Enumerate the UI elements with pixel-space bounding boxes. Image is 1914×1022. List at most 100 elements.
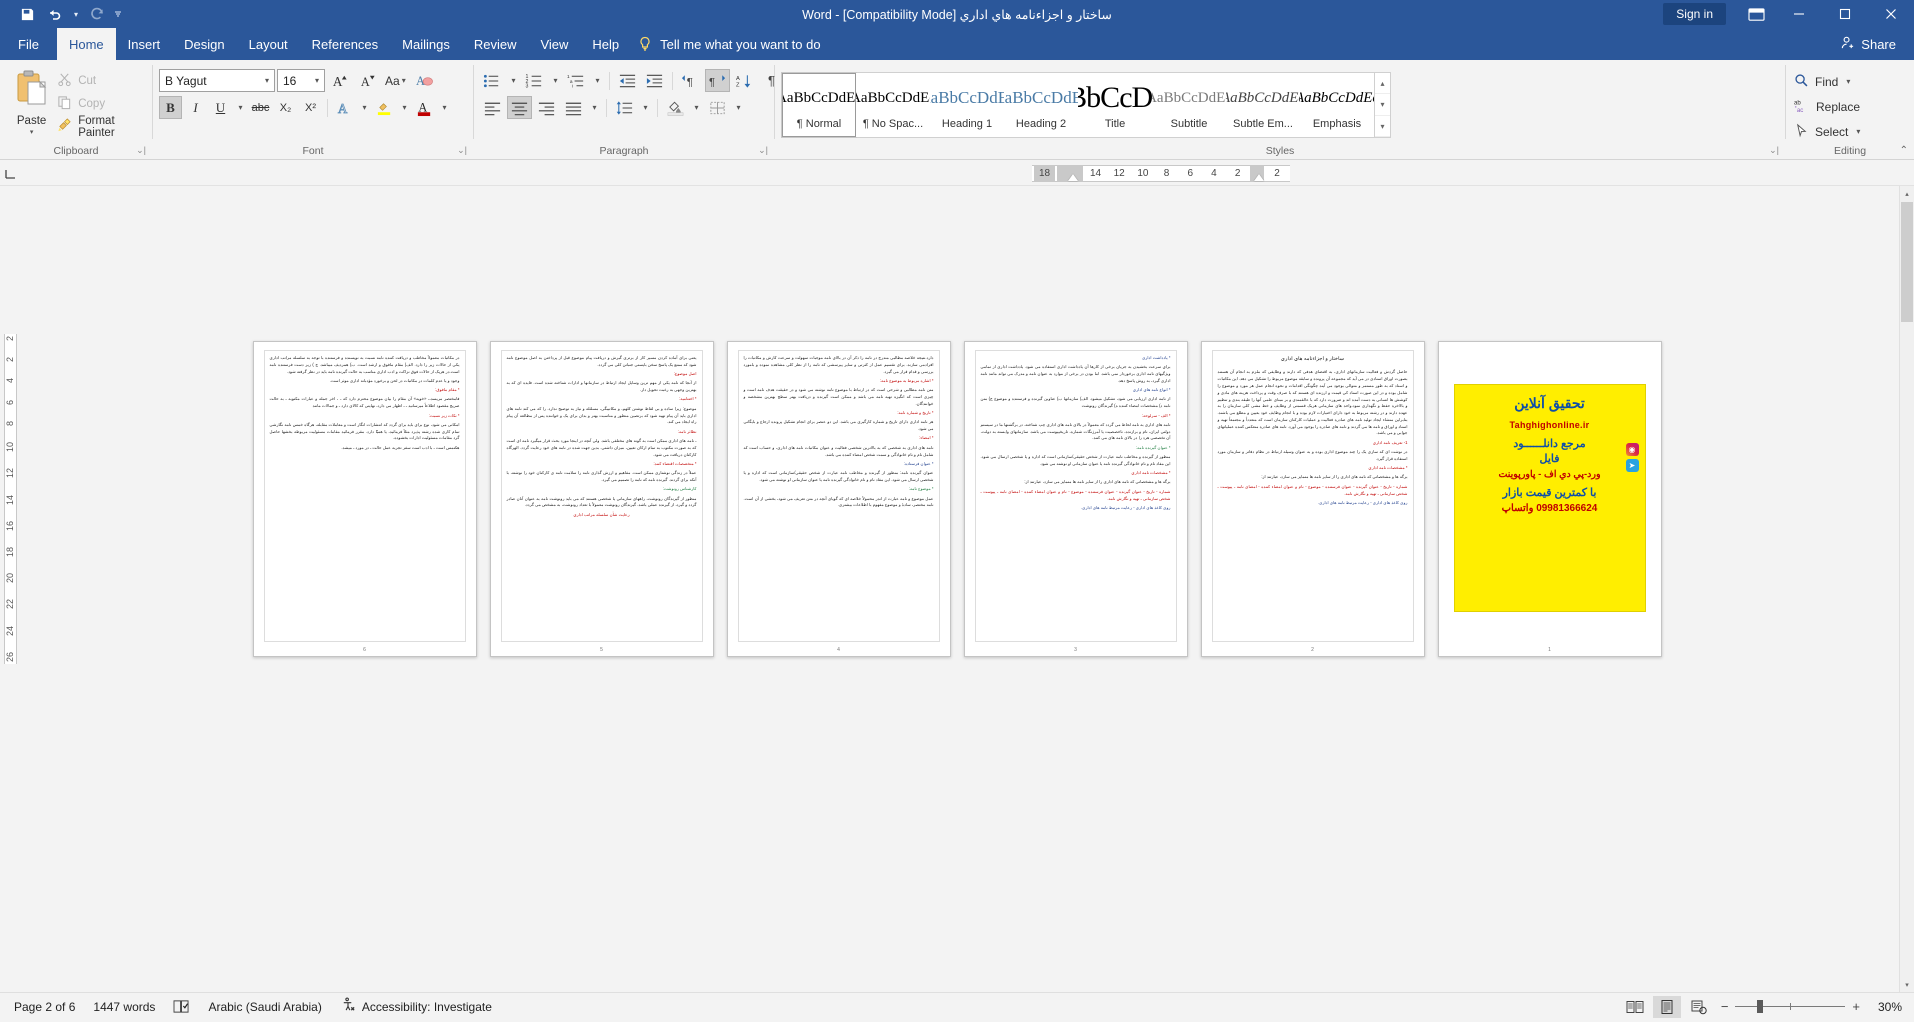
chevron-down-icon[interactable]: ▾ [263, 76, 271, 85]
document-page[interactable]: * یادداشت اداری براي سرعت بخشیدن به جریا… [963, 341, 1188, 657]
font-color-dropdown-icon[interactable]: ▾ [438, 96, 451, 119]
hanging-indent-marker[interactable] [1254, 174, 1264, 181]
scrollbar-thumb[interactable] [1901, 202, 1913, 322]
grow-font-button[interactable]: A [327, 69, 353, 92]
subscript-button[interactable]: X₂ [274, 96, 297, 119]
tab-references[interactable]: References [300, 28, 390, 60]
customize-qat-icon[interactable] [112, 2, 124, 26]
italic-button[interactable]: I [184, 96, 207, 119]
clear-formatting-button[interactable]: A [412, 69, 438, 92]
text-highlight-button[interactable] [373, 96, 396, 119]
tab-review[interactable]: Review [462, 28, 529, 60]
restore-button[interactable] [1822, 0, 1868, 28]
paste-dropdown-icon[interactable]: ▾ [30, 128, 34, 136]
line-spacing-button[interactable] [612, 96, 637, 119]
read-mode-button[interactable] [1621, 996, 1649, 1018]
word-count[interactable]: 1447 words [93, 1000, 155, 1014]
multilevel-list-button[interactable]: 1ai [564, 69, 589, 92]
style-heading-2[interactable]: AaBbCcDdEe Heading 2 [1004, 73, 1078, 137]
align-center-button[interactable] [507, 96, 532, 119]
find-button[interactable]: Find ▾ [1792, 70, 1862, 93]
shading-dropdown-icon[interactable]: ▾ [690, 96, 703, 119]
ribbon-display-options-icon[interactable] [1736, 0, 1776, 28]
chevron-down-icon[interactable]: ▾ [313, 76, 321, 85]
style-title[interactable]: AaBbCcDdEe Title [1078, 73, 1152, 137]
tab-layout[interactable]: Layout [237, 28, 300, 60]
font-dialog-launcher[interactable]: ⌄| [457, 142, 467, 158]
document-page[interactable]: یعنی برای آماده کردن مسیر کار از برتری گ… [489, 341, 714, 657]
paragraph-dialog-launcher[interactable]: ⌄| [758, 142, 768, 158]
text-effects-dropdown-icon[interactable]: ▾ [358, 96, 371, 119]
styles-scroll-up-icon[interactable]: ▴ [1375, 73, 1390, 94]
tell-me-box[interactable]: Tell me what you want to do [631, 28, 821, 60]
document-page[interactable]: دارد.نتیجه خلاصه مطالبی مندرج در نامه را… [726, 341, 951, 657]
style-subtle-emphasis[interactable]: AaBbCcDdEe Subtle Em... [1226, 73, 1300, 137]
decrease-indent-button[interactable] [615, 69, 640, 92]
zoom-level[interactable]: 30% [1868, 1000, 1902, 1014]
undo-icon[interactable] [42, 2, 68, 26]
underline-dropdown-icon[interactable]: ▾ [234, 96, 247, 119]
borders-dropdown-icon[interactable]: ▾ [732, 96, 745, 119]
shrink-font-button[interactable]: A [355, 69, 381, 92]
tab-design[interactable]: Design [172, 28, 236, 60]
vertical-scrollbar[interactable]: ▴ ▾ [1899, 186, 1914, 992]
tab-selector-icon[interactable] [4, 163, 22, 181]
style-subtitle[interactable]: AaBbCcDdEe Subtitle [1152, 73, 1226, 137]
zoom-slider[interactable]: − + [1721, 999, 1860, 1014]
strikethrough-button[interactable]: abc [249, 96, 272, 119]
styles-scroll-down-icon[interactable]: ▾ [1375, 95, 1390, 116]
align-right-button[interactable] [534, 96, 559, 119]
tab-mailings[interactable]: Mailings [390, 28, 462, 60]
style-emphasis[interactable]: AaBbCcDdEe Emphasis [1300, 73, 1374, 137]
accessibility-status[interactable]: Accessibility: Investigate [340, 997, 492, 1016]
justify-button[interactable] [561, 96, 586, 119]
proofing-icon[interactable] [173, 999, 190, 1014]
scroll-down-icon[interactable]: ▾ [1900, 977, 1914, 992]
clipboard-dialog-launcher[interactable]: ⌄| [136, 142, 146, 158]
text-effects-button[interactable]: A [333, 96, 356, 119]
share-button[interactable]: Share [1840, 28, 1914, 60]
select-button[interactable]: Select ▾ [1792, 120, 1862, 143]
first-line-indent-marker[interactable] [1068, 174, 1078, 181]
font-color-button[interactable]: A [413, 96, 436, 119]
align-left-button[interactable] [480, 96, 505, 119]
style-normal[interactable]: AaBbCcDdEe ¶ Normal [781, 72, 857, 138]
document-page[interactable]: در مکاتبات معمولاً مخاطب و دریافت کننده … [252, 341, 477, 657]
copy-button[interactable]: Copy [57, 94, 146, 114]
change-case-button[interactable]: Aa ▾ [383, 69, 410, 92]
tab-view[interactable]: View [528, 28, 580, 60]
numbering-button[interactable]: 123 [522, 69, 547, 92]
styles-gallery-scrollbar[interactable]: ▴ ▾ ▾ [1374, 73, 1390, 137]
bullets-dropdown-icon[interactable]: ▾ [507, 69, 520, 92]
zoom-thumb[interactable] [1757, 1000, 1764, 1013]
page-indicator[interactable]: Page 2 of 6 [14, 1000, 75, 1014]
save-icon[interactable] [14, 2, 40, 26]
bullets-button[interactable] [480, 69, 505, 92]
zoom-out-button[interactable]: − [1721, 999, 1729, 1014]
collapse-ribbon-icon[interactable]: ⌃ [1900, 145, 1908, 156]
superscript-button[interactable]: X² [299, 96, 322, 119]
styles-gallery[interactable]: AaBbCcDdEe ¶ Normal AaBbCcDdEe ¶ No Spac… [781, 72, 1391, 138]
font-name-input[interactable]: B Yagut ▾ [159, 69, 275, 92]
tab-insert[interactable]: Insert [116, 28, 173, 60]
borders-button[interactable] [705, 96, 730, 119]
scroll-up-icon[interactable]: ▴ [1900, 186, 1914, 201]
paste-button[interactable]: Paste ▾ [6, 67, 57, 136]
zoom-track[interactable] [1735, 1000, 1846, 1013]
line-spacing-dropdown-icon[interactable]: ▾ [639, 96, 652, 119]
sort-button[interactable]: AZ [732, 69, 757, 92]
document-canvas[interactable]: 2 2 4 6 8 10 12 14 16 18 20 22 24 26 در … [0, 186, 1914, 992]
chevron-down-icon[interactable]: ▾ [1854, 127, 1862, 136]
cut-button[interactable]: Cut [57, 71, 146, 91]
format-painter-button[interactable]: Format Painter [57, 115, 146, 139]
web-layout-button[interactable] [1685, 996, 1713, 1018]
tab-help[interactable]: Help [580, 28, 631, 60]
tab-home[interactable]: Home [56, 28, 116, 60]
bold-button[interactable]: B [159, 96, 182, 119]
numbering-dropdown-icon[interactable]: ▾ [549, 69, 562, 92]
document-page-current[interactable]: ساختار و اجزاءنامه هاي اداري حاصل گردش و… [1200, 341, 1425, 657]
tab-file[interactable]: File [0, 28, 57, 60]
chevron-down-icon[interactable]: ▾ [1844, 77, 1852, 86]
font-size-input[interactable]: 16 ▾ [277, 69, 325, 92]
shading-button[interactable] [663, 96, 688, 119]
